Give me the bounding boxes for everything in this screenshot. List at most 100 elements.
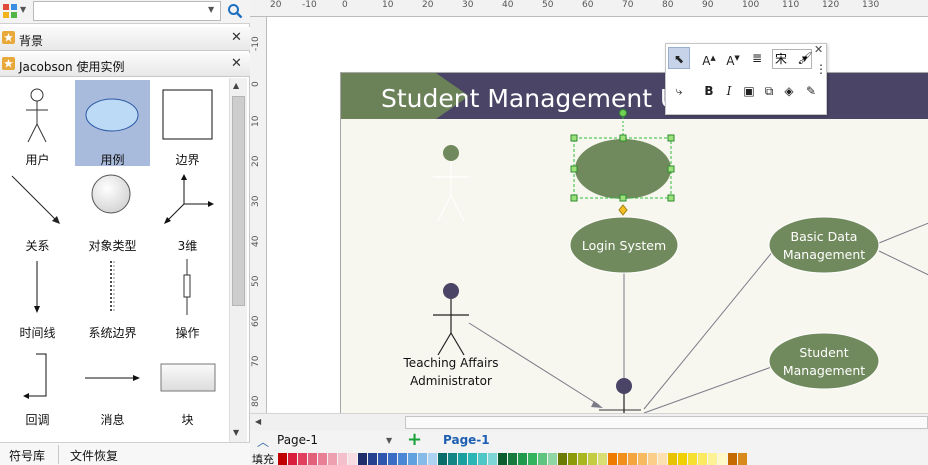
shape-relation[interactable]: 关系 bbox=[0, 166, 75, 253]
color-swatch[interactable] bbox=[408, 453, 417, 465]
font-grow-icon[interactable]: A▲ bbox=[698, 47, 720, 69]
tab-page-1[interactable]: Page-1 bbox=[443, 433, 490, 447]
tab-symbol-library[interactable]: 符号库 bbox=[9, 447, 45, 464]
shape-actor[interactable]: 用户 bbox=[0, 80, 75, 167]
color-swatch[interactable] bbox=[348, 453, 357, 465]
color-swatch[interactable] bbox=[538, 453, 547, 465]
connector-line[interactable] bbox=[878, 218, 928, 244]
library-header-background[interactable]: 背景 ✕ bbox=[0, 27, 250, 51]
color-swatch[interactable] bbox=[368, 453, 377, 465]
color-swatch[interactable] bbox=[428, 453, 437, 465]
color-swatch[interactable] bbox=[288, 453, 297, 465]
color-swatch[interactable] bbox=[298, 453, 307, 465]
connector-line[interactable] bbox=[643, 244, 779, 410]
library-scrollbar[interactable]: ▲ ▼ bbox=[229, 78, 247, 442]
add-page-icon[interactable]: + bbox=[407, 429, 422, 450]
control-point[interactable] bbox=[618, 204, 628, 216]
color-swatch[interactable] bbox=[678, 453, 687, 465]
library-header-jacobson[interactable]: Jacobson 使用实例 ✕ bbox=[0, 53, 250, 77]
color-swatch[interactable] bbox=[378, 453, 387, 465]
use-case-student-management[interactable] bbox=[768, 332, 880, 390]
fill-color-icon[interactable]: ◈ bbox=[778, 80, 800, 102]
tab-file-recovery[interactable]: 文件恢复 bbox=[70, 447, 118, 464]
scroll-down-icon[interactable]: ▼ bbox=[233, 428, 239, 437]
search-dropdown-icon[interactable]: ▼ bbox=[208, 5, 214, 14]
color-swatch[interactable] bbox=[688, 453, 697, 465]
drawing-canvas[interactable]: Student Management Use Case Login System… bbox=[268, 18, 928, 414]
format-painter-icon[interactable]: 🖌 bbox=[794, 47, 816, 69]
shape-block[interactable]: 块 bbox=[150, 340, 225, 427]
color-swatch[interactable] bbox=[308, 453, 317, 465]
color-swatch[interactable] bbox=[518, 453, 527, 465]
bold-icon[interactable]: B bbox=[698, 80, 720, 102]
shape-message[interactable]: 消息 bbox=[75, 340, 150, 427]
chevron-up-icon[interactable]: ︿ bbox=[257, 433, 269, 450]
color-swatch[interactable] bbox=[588, 453, 597, 465]
color-swatch[interactable] bbox=[648, 453, 657, 465]
close-icon[interactable]: ✕ bbox=[231, 30, 242, 45]
color-swatch[interactable] bbox=[708, 453, 717, 465]
pointer-tool-icon[interactable]: ⬉ bbox=[668, 47, 690, 69]
color-swatch[interactable] bbox=[578, 453, 587, 465]
shape-operation[interactable]: 操作 bbox=[150, 253, 225, 340]
color-swatch[interactable] bbox=[388, 453, 397, 465]
color-swatch[interactable] bbox=[628, 453, 637, 465]
color-swatch[interactable] bbox=[528, 453, 537, 465]
color-swatch[interactable] bbox=[498, 453, 507, 465]
color-swatch[interactable] bbox=[358, 453, 367, 465]
color-swatch[interactable] bbox=[658, 453, 667, 465]
scrollbar-thumb[interactable] bbox=[405, 416, 928, 429]
italic-icon[interactable]: I bbox=[718, 80, 740, 102]
color-swatch[interactable] bbox=[568, 453, 577, 465]
shape-3d[interactable]: 3维 bbox=[150, 166, 225, 253]
color-swatch[interactable] bbox=[468, 453, 477, 465]
actor-figure[interactable] bbox=[433, 145, 469, 222]
scroll-up-icon[interactable]: ▲ bbox=[233, 81, 239, 90]
color-swatch[interactable] bbox=[508, 453, 517, 465]
diagram-page[interactable]: Student Management Use Case Login System… bbox=[340, 72, 928, 414]
color-swatch[interactable] bbox=[398, 453, 407, 465]
connector-line[interactable] bbox=[643, 364, 778, 414]
color-swatch[interactable] bbox=[438, 453, 447, 465]
color-swatch[interactable] bbox=[558, 453, 567, 465]
color-swatch[interactable] bbox=[618, 453, 627, 465]
library-menu-icon[interactable] bbox=[3, 4, 17, 18]
close-icon[interactable]: ✕ bbox=[231, 56, 242, 71]
color-swatch[interactable] bbox=[458, 453, 467, 465]
color-swatch[interactable] bbox=[638, 453, 647, 465]
shape-object-type[interactable]: 对象类型 bbox=[75, 166, 150, 253]
shape-boundary[interactable]: 边界 bbox=[150, 80, 225, 167]
chevron-down-icon[interactable]: ▼ bbox=[386, 436, 392, 445]
shape-system-boundary[interactable]: 系统边界 bbox=[75, 253, 150, 340]
chevron-down-icon[interactable]: ▼ bbox=[20, 5, 26, 14]
color-swatch[interactable] bbox=[448, 453, 457, 465]
color-swatch[interactable] bbox=[728, 453, 737, 465]
shape-use-case[interactable]: 用例 bbox=[75, 80, 150, 167]
actor-figure[interactable] bbox=[616, 378, 632, 414]
color-swatch[interactable] bbox=[478, 453, 487, 465]
color-swatch[interactable] bbox=[738, 453, 747, 465]
shape-callback[interactable]: 回调 bbox=[0, 340, 75, 427]
search-icon[interactable] bbox=[227, 3, 243, 19]
color-swatch[interactable] bbox=[598, 453, 607, 465]
library-search-input[interactable] bbox=[33, 1, 221, 21]
send-back-icon[interactable]: ⧉ bbox=[758, 80, 780, 102]
font-shrink-icon[interactable]: A▼ bbox=[722, 47, 744, 69]
use-case-selected[interactable] bbox=[575, 139, 671, 199]
shape-timeline[interactable]: 时间线 bbox=[0, 253, 75, 340]
color-swatch[interactable] bbox=[718, 453, 727, 465]
color-swatch[interactable] bbox=[488, 453, 497, 465]
color-swatch[interactable] bbox=[418, 453, 427, 465]
color-swatch[interactable] bbox=[698, 453, 707, 465]
page-select[interactable]: Page-1 bbox=[277, 433, 397, 450]
color-swatch[interactable] bbox=[608, 453, 617, 465]
color-swatch[interactable] bbox=[338, 453, 347, 465]
scroll-left-icon[interactable]: ◀ bbox=[255, 417, 261, 426]
connector-style-icon[interactable]: ⤷ bbox=[668, 80, 690, 102]
color-swatch[interactable] bbox=[328, 453, 337, 465]
canvas-horizontal-scrollbar[interactable]: ◀ bbox=[250, 413, 928, 431]
line-style-icon[interactable]: ✎ bbox=[800, 80, 822, 102]
bring-front-icon[interactable]: ▣ bbox=[738, 80, 760, 102]
color-swatch[interactable] bbox=[278, 453, 287, 465]
color-swatch[interactable] bbox=[668, 453, 677, 465]
